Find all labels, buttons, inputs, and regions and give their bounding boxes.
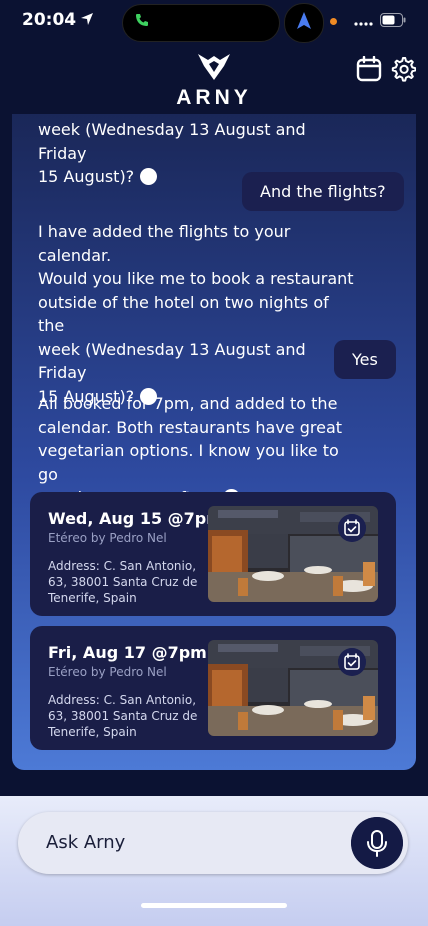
booking-address: Address: C. San Antonio, 63, 38001 Santa… — [48, 692, 210, 740]
booking-date: Fri, Aug 17 @7pm — [48, 643, 207, 662]
app-logo-text: ARNY — [176, 86, 252, 109]
user-message: And the flights? — [242, 172, 404, 211]
message-line: outside of the hotel on two nights of th… — [38, 292, 329, 336]
message-line: calendar. Both restaurants have great — [38, 417, 343, 437]
navigation-arrow-icon — [297, 12, 311, 29]
user-message: Yes — [334, 340, 396, 379]
message-line: 15 August)? — [38, 167, 135, 186]
booking-card[interactable]: Fri, Aug 17 @7pm Etéreo by Pedro Nel Add… — [30, 626, 396, 750]
message-line: Would you like me to book a restaurant — [38, 269, 354, 288]
booking-address: Address: C. San Antonio, 63, 38001 Santa… — [48, 558, 210, 606]
calendar-icon[interactable] — [356, 56, 382, 82]
calendar-added-icon[interactable] — [338, 648, 366, 676]
booking-venue: Etéreo by Pedro Nel — [48, 665, 167, 679]
gear-icon[interactable] — [390, 56, 416, 82]
address-line: Tenerife, Spain — [48, 725, 137, 739]
message-line: vegetarian options. I know you like to g… — [38, 441, 339, 484]
address-line: Address: C. San Antonio, — [48, 693, 197, 707]
message-line: I have added the flights to your calenda… — [38, 222, 291, 265]
assistant-message: I have added the flights to your calenda… — [38, 220, 358, 408]
battery-icon — [380, 13, 406, 27]
privacy-indicator-dot — [330, 18, 337, 25]
microphone-icon[interactable] — [351, 817, 403, 869]
status-bar: 20:04 — [0, 0, 428, 44]
signal-icon — [354, 22, 373, 26]
message-line: All booked for 7pm, and added to the — [38, 394, 338, 413]
message-line: week (Wednesday 13 August and Friday — [38, 120, 306, 163]
message-status-dot — [140, 168, 158, 185]
location-arrow-icon — [81, 13, 93, 25]
phone-icon — [136, 14, 148, 26]
calendar-added-icon[interactable] — [338, 514, 366, 542]
arny-logo-icon — [198, 54, 230, 80]
booking-date: Wed, Aug 15 @7pm — [48, 509, 223, 528]
message-line: week (Wednesday 13 August and Friday — [38, 339, 306, 383]
address-line: 63, 38001 Santa Cruz de — [48, 709, 198, 723]
ask-input-placeholder: Ask Arny — [46, 832, 126, 853]
booking-venue: Etéreo by Pedro Nel — [48, 531, 167, 545]
address-line: 63, 38001 Santa Cruz de — [48, 575, 198, 589]
booking-card[interactable]: Wed, Aug 15 @7pm Etéreo by Pedro Nel Add… — [30, 492, 396, 616]
clock-time: 20:04 — [22, 10, 77, 30]
home-indicator[interactable] — [141, 903, 287, 908]
address-line: Address: C. San Antonio, — [48, 559, 197, 573]
chat-thread[interactable]: week (Wednesday 13 August and Friday 15 … — [12, 114, 416, 770]
address-line: Tenerife, Spain — [48, 591, 137, 605]
